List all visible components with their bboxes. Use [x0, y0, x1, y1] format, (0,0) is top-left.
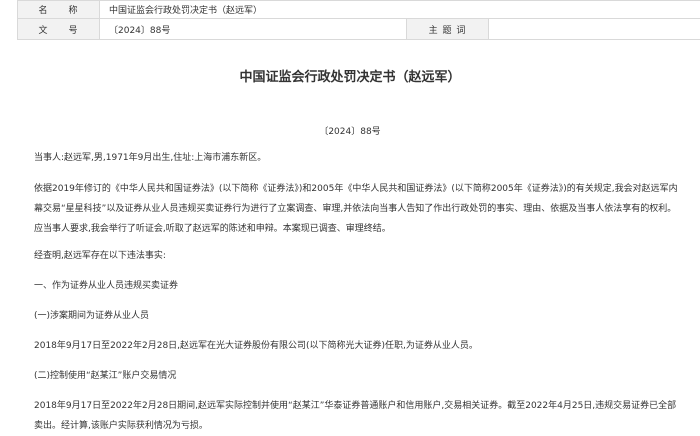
number-value: 〔2024〕88号 [100, 19, 407, 40]
paragraph-party: 当事人:赵远军,男,1971年9月出生,住址:上海市浦东新区。 [34, 148, 684, 168]
paragraph-findings-intro: 经查明,赵远军存在以下违法事实: [34, 246, 684, 266]
name-value: 中国证监会行政处罚决定书（赵远军） [100, 1, 700, 19]
paragraph-employment: 2018年9月17日至2022年2月28日,赵远军在光大证券股份有限公司(以下简… [34, 336, 684, 356]
name-label: 名 称 [18, 1, 100, 19]
meta-row-number: 文 号 〔2024〕88号 主 题 词 [18, 19, 700, 40]
document-title: 中国证监会行政处罚决定书（赵远军） [0, 66, 700, 85]
paragraph-basis: 依据2019年修订的《中华人民共和国证券法》(以下简称《证券法》)和2005年《… [34, 179, 684, 239]
paragraph-subheading-2: (二)控制使用“赵某江”账户交易情况 [34, 366, 684, 386]
paragraph-account-trading: 2018年9月17日至2022年2月28日期间,赵远军实际控制并使用“赵某江”华… [34, 396, 684, 436]
meta-row-name: 名 称 中国证监会行政处罚决定书（赵远军） [18, 1, 700, 19]
subject-label: 主 题 词 [407, 19, 489, 40]
number-label: 文 号 [18, 19, 100, 40]
paragraph-heading-1: 一、作为证券从业人员违规买卖证券 [34, 276, 684, 296]
subject-value [489, 19, 700, 40]
document-number: 〔2024〕88号 [0, 124, 700, 137]
paragraph-subheading-1: (一)涉案期间为证券从业人员 [34, 306, 684, 326]
document-meta-table: 名 称 中国证监会行政处罚决定书（赵远军） 文 号 〔2024〕88号 主 题 … [17, 0, 700, 40]
